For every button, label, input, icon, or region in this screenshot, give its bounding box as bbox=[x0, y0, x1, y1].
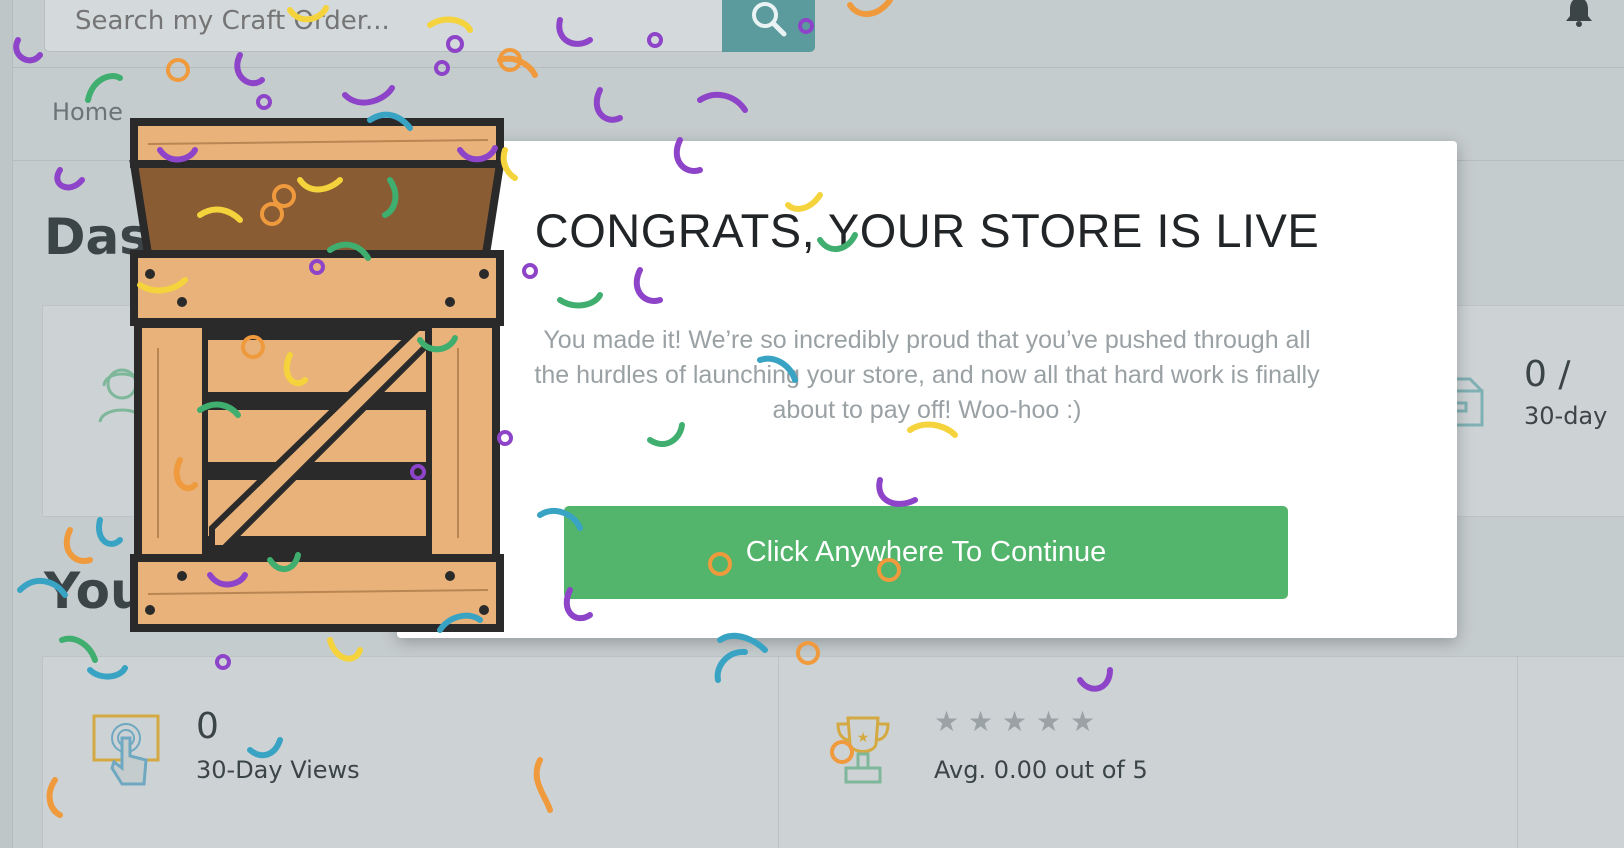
continue-button[interactable]: Click Anywhere To Continue bbox=[564, 506, 1288, 599]
star-icon: ★ bbox=[968, 705, 994, 738]
card-divider bbox=[778, 656, 779, 848]
top-card-value: 0 / bbox=[1524, 354, 1571, 395]
search-icon bbox=[751, 2, 786, 37]
touch-screen-icon bbox=[92, 714, 160, 786]
modal-body: You made it! We’re so incredibly proud t… bbox=[534, 326, 1320, 424]
breadcrumb[interactable]: Home bbox=[52, 98, 123, 126]
svg-text:★: ★ bbox=[857, 730, 870, 746]
star-icon: ★ bbox=[1036, 705, 1062, 738]
top-card-label: 30-day bbox=[1524, 402, 1608, 430]
star-icon: ★ bbox=[934, 705, 960, 738]
rating-stars: ★ ★ ★ ★ ★ bbox=[934, 705, 1096, 738]
views-label: 30-Day Views bbox=[196, 756, 360, 784]
stats-card-bottom bbox=[42, 656, 1624, 848]
trophy-icon: ★ bbox=[836, 716, 890, 784]
card-divider bbox=[1517, 656, 1518, 848]
views-value: 0 bbox=[196, 706, 219, 747]
search-button[interactable] bbox=[722, 0, 815, 52]
star-icon: ★ bbox=[1070, 705, 1096, 738]
star-icon: ★ bbox=[1002, 705, 1028, 738]
left-rail bbox=[0, 0, 13, 848]
rating-label: Avg. 0.00 out of 5 bbox=[934, 756, 1148, 784]
congrats-modal[interactable]: CONGRATS, YOUR STORE IS LIVE You made it… bbox=[397, 141, 1457, 638]
modal-title: CONGRATS, YOUR STORE IS LIVE bbox=[534, 204, 1320, 257]
search-input[interactable] bbox=[44, 0, 744, 52]
bell-icon[interactable] bbox=[1562, 0, 1596, 28]
open-crate-icon bbox=[129, 118, 505, 632]
